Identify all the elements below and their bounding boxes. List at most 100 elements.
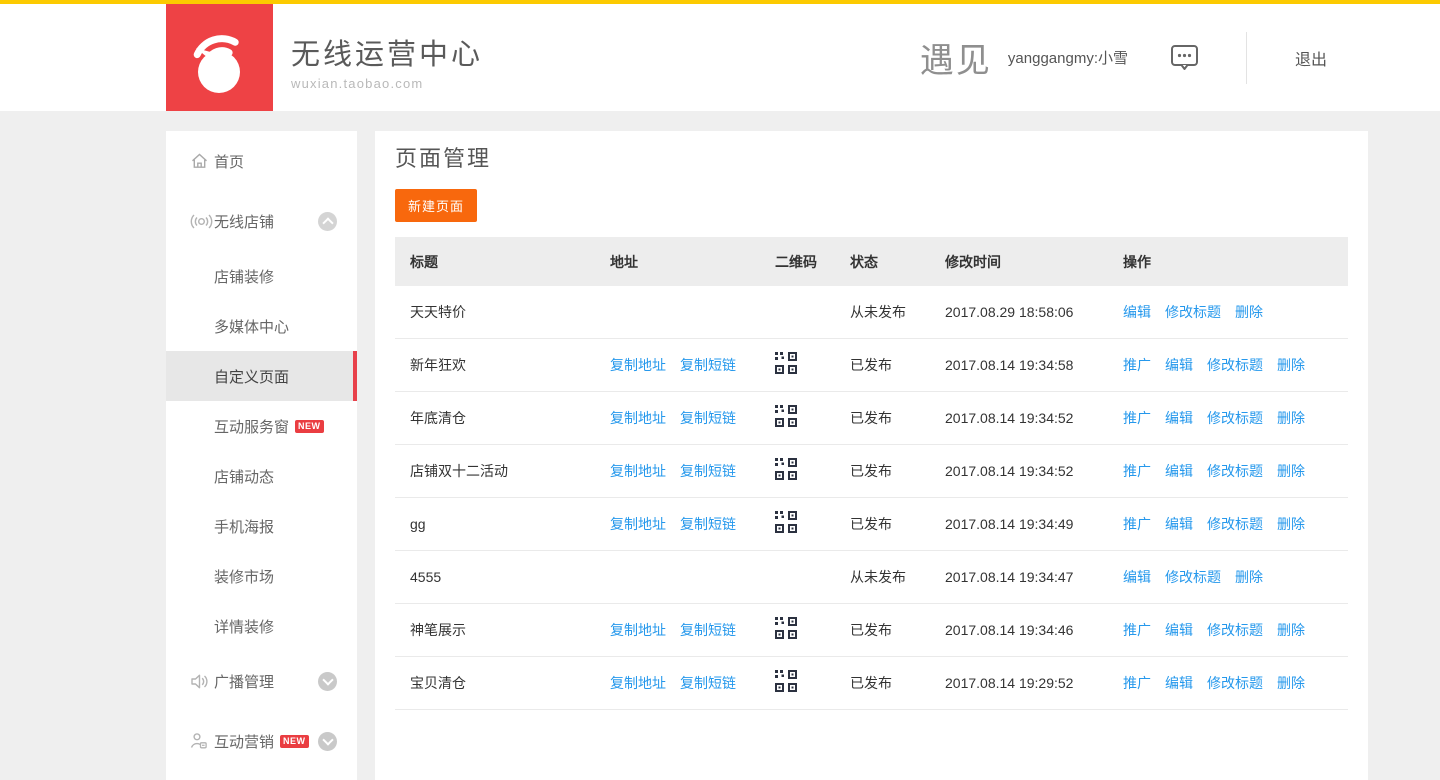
page-title-cell: 宝贝清仓 [395,673,610,693]
sidebar-item-label: 首页 [214,151,244,172]
rename-link[interactable]: 修改标题 [1207,410,1263,426]
sidebar-item-label: 多媒体中心 [214,316,289,337]
app-logo[interactable] [166,4,273,111]
promote-link[interactable]: 推广 [1123,410,1151,426]
delete-link[interactable]: 删除 [1277,357,1305,373]
sidebar-item-broadcast-management[interactable]: 广播管理 [166,651,357,711]
column-header: 操作 [1123,252,1348,272]
qr-code-icon[interactable] [775,511,798,534]
brand-mark: 遇见 [920,33,992,82]
edit-link[interactable]: 编辑 [1165,357,1193,373]
rename-link[interactable]: 修改标题 [1207,516,1263,532]
copy-shortlink-link[interactable]: 复制短链 [680,622,736,638]
copy-address-link[interactable]: 复制地址 [610,410,666,426]
new-page-button[interactable]: 新建页面 [395,189,477,222]
copy-address-link[interactable]: 复制地址 [610,516,666,532]
qr-cell [775,352,850,378]
copy-shortlink-link[interactable]: 复制短链 [680,516,736,532]
sidebar-item-custom-pages[interactable]: 自定义页面 [166,351,357,401]
copy-address-link[interactable]: 复制地址 [610,357,666,373]
sidebar-item-wireless-shop[interactable]: 无线店铺 [166,191,357,251]
sidebar-item-detail-decoration[interactable]: 详情装修 [166,601,357,651]
rename-link[interactable]: 修改标题 [1207,463,1263,479]
delete-link[interactable]: 删除 [1277,622,1305,638]
qr-code-icon[interactable] [775,670,798,693]
sidebar-item-media-center[interactable]: 多媒体中心 [166,301,357,351]
page-title-cell: 4555 [395,569,610,585]
table-row: 年底清仓复制地址复制短链已发布2017.08.14 19:34:52推广编辑修改… [395,392,1348,445]
rename-link[interactable]: 修改标题 [1207,675,1263,691]
edit-link[interactable]: 编辑 [1165,622,1193,638]
sidebar-item-decoration-market[interactable]: 装修市场 [166,551,357,601]
delete-link[interactable]: 删除 [1235,304,1263,320]
modified-time-cell: 2017.08.29 18:58:06 [945,304,1123,320]
qr-code-icon[interactable] [775,458,798,481]
sidebar-item-label: 互动营销 [214,731,274,752]
delete-link[interactable]: 删除 [1277,463,1305,479]
delete-link[interactable]: 删除 [1235,569,1263,585]
page-title-cell: 新年狂欢 [395,355,610,375]
qr-code-icon[interactable] [775,352,798,375]
modified-time-cell: 2017.08.14 19:34:47 [945,569,1123,585]
copy-shortlink-link[interactable]: 复制短链 [680,357,736,373]
edit-link[interactable]: 编辑 [1123,304,1151,320]
status-cell: 从未发布 [850,567,945,587]
sidebar-item-label: 店铺装修 [214,266,274,287]
modified-time-cell: 2017.08.14 19:34:52 [945,463,1123,479]
edit-link[interactable]: 编辑 [1165,463,1193,479]
logout-button[interactable]: 退出 [1295,46,1327,70]
chevron-down-icon[interactable] [318,672,337,691]
edit-link[interactable]: 编辑 [1123,569,1151,585]
address-cell: 复制地址复制短链 [610,620,775,640]
rename-link[interactable]: 修改标题 [1165,569,1221,585]
delete-link[interactable]: 删除 [1277,516,1305,532]
sidebar-item-label: 店铺动态 [214,466,274,487]
table-row: 天天特价从未发布2017.08.29 18:58:06编辑修改标题删除 [395,286,1348,339]
promote-link[interactable]: 推广 [1123,622,1151,638]
promote-link[interactable]: 推广 [1123,357,1151,373]
rename-link[interactable]: 修改标题 [1207,357,1263,373]
chevron-down-icon[interactable] [318,732,337,751]
header-right: 遇见 yanggangmy:小雪 退出 [920,4,1440,111]
sidebar: 首页无线店铺店铺装修多媒体中心自定义页面互动服务窗NEW 店铺动态手机海报装修市场… [166,131,357,780]
sidebar-item-interactive-service-window[interactable]: 互动服务窗NEW [166,401,357,451]
copy-shortlink-link[interactable]: 复制短链 [680,675,736,691]
promote-link[interactable]: 推广 [1123,516,1151,532]
rename-link[interactable]: 修改标题 [1207,622,1263,638]
actions-cell: 推广编辑修改标题删除 [1123,461,1348,481]
sidebar-item-label: 广播管理 [214,671,274,692]
delete-link[interactable]: 删除 [1277,410,1305,426]
message-bubble-icon[interactable] [1170,44,1200,72]
edit-link[interactable]: 编辑 [1165,675,1193,691]
copy-address-link[interactable]: 复制地址 [610,622,666,638]
app-subtitle: wuxian.taobao.com [291,76,483,91]
qr-cell [775,458,850,484]
sidebar-item-interactive-marketing[interactable]: 互动营销 NEW [166,711,357,771]
page-root: { "header": { "title": "无线运营中心", "subtit… [0,0,1440,780]
rename-link[interactable]: 修改标题 [1165,304,1221,320]
main-content: 页面管理 新建页面 标题地址二维码状态修改时间操作 天天特价从未发布2017.0… [375,131,1368,780]
copy-shortlink-link[interactable]: 复制短链 [680,410,736,426]
copy-shortlink-link[interactable]: 复制短链 [680,463,736,479]
new-badge: NEW [280,735,309,748]
sidebar-item-shop-decoration[interactable]: 店铺装修 [166,251,357,301]
promote-link[interactable]: 推广 [1123,463,1151,479]
delete-link[interactable]: 删除 [1277,675,1305,691]
sidebar-item-home[interactable]: 首页 [166,131,357,191]
sidebar-item-mobile-poster[interactable]: 手机海报 [166,501,357,551]
edit-link[interactable]: 编辑 [1165,516,1193,532]
copy-address-link[interactable]: 复制地址 [610,675,666,691]
promote-link[interactable]: 推广 [1123,675,1151,691]
actions-cell: 推广编辑修改标题删除 [1123,673,1348,693]
chevron-up-icon[interactable] [318,212,337,231]
edit-link[interactable]: 编辑 [1165,410,1193,426]
address-cell: 复制地址复制短链 [610,461,775,481]
qr-code-icon[interactable] [775,617,798,640]
qr-cell [775,617,850,643]
qr-cell [775,405,850,431]
new-badge: NEW [295,420,324,433]
qr-code-icon[interactable] [775,405,798,428]
copy-address-link[interactable]: 复制地址 [610,463,666,479]
table-row: 宝贝清仓复制地址复制短链已发布2017.08.14 19:29:52推广编辑修改… [395,657,1348,710]
sidebar-item-shop-updates[interactable]: 店铺动态 [166,451,357,501]
